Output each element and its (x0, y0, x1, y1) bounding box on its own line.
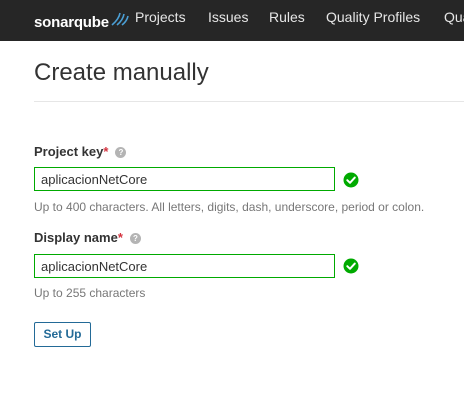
required-marker: * (117, 230, 123, 245)
sonarqube-logo[interactable]: sonarqube (34, 9, 130, 31)
help-icon[interactable]: ? (115, 147, 127, 158)
page-title: Create manually (34, 59, 209, 86)
display-name-label-text: Display name (34, 230, 118, 245)
project-key-input[interactable] (34, 167, 335, 191)
title-divider (34, 101, 464, 102)
nav-rules[interactable]: Rules (269, 0, 305, 41)
display-name-help: Up to 255 characters (34, 286, 146, 300)
nav-projects[interactable]: Projects (135, 0, 186, 41)
logo-waves-icon (111, 12, 129, 26)
display-name-input[interactable] (34, 254, 335, 278)
display-name-label: Display name*? (34, 230, 141, 246)
top-navbar: sonarqube Projects Issues Rules Quality … (0, 0, 464, 41)
required-marker: * (103, 144, 109, 159)
valid-check-icon (343, 258, 359, 274)
help-icon[interactable]: ? (129, 233, 141, 244)
nav-issues[interactable]: Issues (208, 0, 248, 41)
project-key-label-text: Project key (34, 144, 104, 159)
set-up-button[interactable]: Set Up (34, 322, 91, 347)
logo-text: sonarqube (34, 14, 109, 31)
project-key-help: Up to 400 characters. All letters, digit… (34, 200, 425, 214)
nav-quality-gates[interactable]: Qua (444, 0, 464, 41)
nav-quality-profiles[interactable]: Quality Profiles (326, 0, 420, 41)
project-key-label: Project key*? (34, 144, 127, 160)
valid-check-icon (343, 172, 359, 188)
